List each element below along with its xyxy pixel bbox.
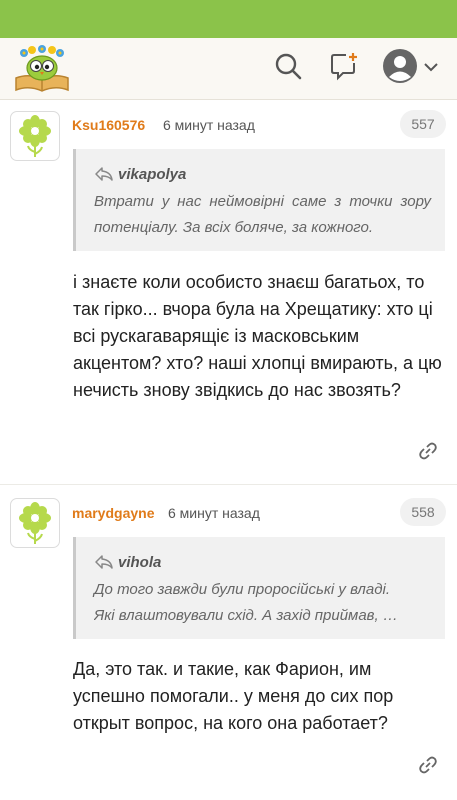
quote-block: vihola До того завжди були проросійські … — [73, 537, 445, 639]
quote-text-line: Які влаштовували схід. А захід приймав, … — [94, 607, 398, 624]
search-button[interactable] — [268, 48, 308, 88]
comment-body: і знаєте коли особисто знаєш багатьох, т… — [73, 272, 442, 400]
comment-number: 557 — [400, 110, 446, 138]
comment-number: 558 — [400, 498, 446, 526]
link-icon — [418, 755, 438, 780]
search-icon — [273, 51, 303, 86]
comment-item: marydgayne 6 минут назад 558 vihola До т… — [0, 490, 457, 800]
quote-text-line: До того завжди були проросійські у владі… — [94, 581, 391, 598]
profile-menu-button[interactable] — [378, 48, 442, 88]
link-icon — [418, 441, 438, 466]
chevron-down-icon — [424, 59, 438, 77]
quote-block: vikapolya Втрати у нас неймовірні саме з… — [73, 149, 445, 251]
user-avatar-icon — [382, 48, 418, 89]
flower-icon — [19, 115, 51, 157]
quote-text: До того завжди були проросійські у владі… — [94, 577, 431, 629]
site-header — [0, 38, 457, 100]
reply-icon — [94, 554, 114, 570]
copy-link-button[interactable] — [417, 756, 439, 778]
comment-item: Ksu160576 6 минут назад 557 vikapolya Вт… — [0, 101, 457, 485]
comment-time: 6 минут назад — [163, 117, 255, 133]
flower-icon — [19, 502, 51, 544]
add-comment-icon — [329, 51, 359, 86]
avatar[interactable] — [10, 498, 60, 548]
quote-text: Втрати у нас неймовірні саме з точки зор… — [94, 193, 431, 236]
top-status-strip — [0, 0, 457, 38]
comment-username[interactable]: marydgayne — [72, 505, 154, 521]
owl-on-book-logo[interactable] — [12, 44, 72, 96]
quote-author[interactable]: vikapolya — [118, 166, 186, 183]
comment-time: 6 минут назад — [168, 505, 260, 521]
avatar[interactable] — [10, 111, 60, 161]
reply-icon — [94, 166, 114, 182]
quote-author[interactable]: vihola — [118, 554, 161, 571]
comment-username[interactable]: Ksu160576 — [72, 117, 145, 133]
add-comment-button[interactable] — [324, 48, 364, 88]
comment-body: Да, это так. и такие, как Фарион, им усп… — [73, 659, 394, 733]
copy-link-button[interactable] — [417, 442, 439, 464]
